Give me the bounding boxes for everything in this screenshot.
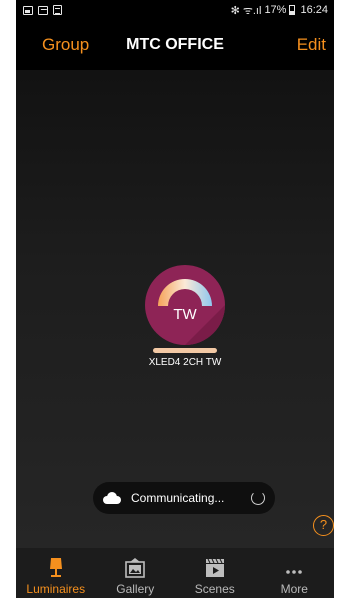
lamp-icon: [45, 557, 67, 579]
luminaire-canvas: TW XLED4 2CH TW Communicating... ?: [16, 70, 334, 548]
tab-gallery[interactable]: Gallery: [96, 548, 176, 598]
tab-more-label: More: [280, 582, 308, 596]
tab-scenes[interactable]: Scenes: [175, 548, 255, 598]
tab-more[interactable]: More: [255, 548, 335, 598]
battery-icon: [289, 5, 296, 15]
status-bar: ✻ ᯤ.ıl 17% 16:24: [16, 0, 334, 20]
spinner-icon: [251, 491, 265, 505]
tab-gallery-label: Gallery: [116, 582, 155, 596]
luminaire-name: XLED4 2CH TW: [148, 357, 222, 368]
app-screen: ✻ ᯤ.ıl 17% 16:24 Group MTC OFFICE Edit T…: [16, 0, 334, 598]
tab-luminaires-label: Luminaires: [26, 582, 86, 596]
toast-text: Communicating...: [131, 491, 225, 505]
scenes-icon: [204, 557, 226, 579]
clock: 16:24: [300, 4, 328, 16]
luminaire-type-label: TW: [173, 306, 197, 323]
more-icon: [283, 557, 305, 579]
gallery-icon: [124, 557, 146, 579]
bluetooth-icon: ✻: [230, 4, 240, 17]
brightness-bar: [153, 348, 217, 353]
luminaire-item[interactable]: TW XLED4 2CH TW: [141, 265, 231, 368]
activity-notification-icon: [38, 5, 48, 15]
edit-button[interactable]: Edit: [297, 35, 326, 55]
signal-icon: ᯤ.ıl: [242, 4, 262, 17]
battery-percent: 17%: [264, 4, 287, 16]
communicating-toast: Communicating...: [93, 482, 275, 514]
image-notification-icon: [23, 5, 33, 15]
luminaire-icon: TW: [145, 265, 225, 345]
tab-bar: Luminaires Gallery Scenes More: [16, 548, 334, 598]
help-button[interactable]: ?: [313, 515, 334, 536]
header: Group MTC OFFICE Edit: [16, 20, 334, 70]
tab-scenes-label: Scenes: [194, 582, 235, 596]
cloud-icon: [103, 492, 121, 504]
tab-luminaires[interactable]: Luminaires: [16, 548, 96, 598]
clipboard-notification-icon: [53, 5, 62, 15]
group-button[interactable]: Group: [42, 35, 89, 55]
